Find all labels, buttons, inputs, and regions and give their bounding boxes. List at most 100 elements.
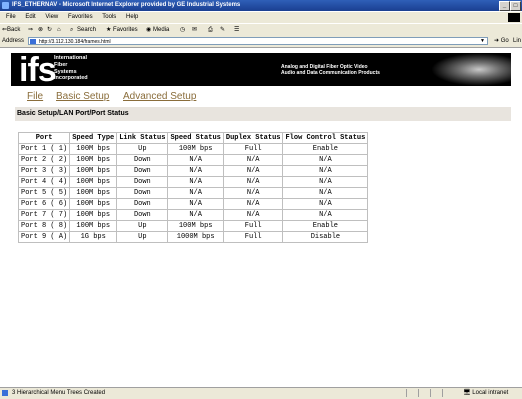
port-status-table: Port Speed Type Link Status Speed Status… — [17, 132, 369, 243]
menu-edit[interactable]: Edit — [25, 14, 35, 20]
table-cell: Up — [116, 231, 169, 243]
company-line-1: International — [54, 55, 88, 61]
address-label: Address — [2, 38, 25, 44]
table-row: Port 3 ( 3) 100M bps Down N/A N/A N/A — [17, 165, 369, 177]
ifs-logo: ifs — [19, 53, 57, 86]
table-cell: Enable — [282, 143, 369, 155]
table-cell: 100M bps — [69, 143, 118, 155]
table-cell: Port 5 ( 5) — [17, 187, 71, 199]
table-cell: N/A — [282, 198, 369, 210]
table-cell: 100M bps — [167, 143, 224, 155]
table-cell: Port 2 ( 2) — [17, 154, 71, 166]
company-line-2: Fiber — [54, 61, 68, 68]
table-cell: Port 8 ( 8) — [17, 220, 71, 232]
menu-file[interactable]: File — [6, 14, 16, 20]
table-cell: 100M bps — [69, 165, 118, 177]
discuss-icon[interactable]: ☰ — [234, 24, 239, 36]
table-cell: N/A — [167, 198, 224, 210]
company-line-4: Incorporated — [54, 75, 88, 82]
edit-icon[interactable]: ✎ — [220, 24, 225, 36]
table-cell: N/A — [222, 198, 284, 210]
table-cell: N/A — [282, 165, 369, 177]
menu-view[interactable]: View — [45, 14, 58, 20]
menu-tools[interactable]: Tools — [102, 14, 116, 20]
favorites-button[interactable]: Favorites — [113, 24, 138, 36]
table-cell: N/A — [222, 165, 284, 177]
banner-tagline: Analog and Digital Fiber Optic Video Aud… — [281, 64, 380, 76]
history-icon[interactable]: ◷ — [180, 24, 185, 36]
table-cell: N/A — [282, 154, 369, 166]
table-cell: 100M bps — [69, 209, 118, 221]
status-page-icon — [2, 390, 8, 396]
menu-help[interactable]: Help — [126, 14, 138, 20]
table-cell: N/A — [222, 176, 284, 188]
table-cell: Enable — [282, 220, 369, 232]
table-cell: 1000M bps — [167, 231, 224, 243]
table-cell: Port 9 ( A) — [17, 231, 71, 243]
back-button[interactable]: ⇐Back — [2, 24, 20, 36]
home-icon[interactable]: ⌂ — [57, 24, 61, 36]
table-cell: N/A — [167, 165, 224, 177]
table-cell: Down — [116, 165, 169, 177]
window-title: IFS_ETHERNAV - Microsoft Internet Explor… — [12, 2, 241, 8]
table-cell: 100M bps — [167, 220, 224, 232]
menu-favorites[interactable]: Favorites — [68, 14, 93, 20]
table-cell: Port 3 ( 3) — [17, 165, 71, 177]
table-cell: N/A — [282, 176, 369, 188]
page-icon — [30, 39, 36, 44]
links-button[interactable]: Lin — [513, 36, 521, 47]
nav-basic-setup[interactable]: Basic Setup — [56, 91, 109, 102]
table-cell: Down — [116, 176, 169, 188]
table-cell: N/A — [282, 209, 369, 221]
company-name: International Fiber Systems Incorporated — [54, 55, 88, 82]
table-cell: Port 6 ( 6) — [17, 198, 71, 210]
search-button[interactable]: Search — [77, 24, 96, 36]
table-row: Port 5 ( 5) 100M bps Down N/A N/A N/A — [17, 187, 369, 199]
favorites-icon[interactable]: ★ — [106, 24, 111, 36]
media-icon[interactable]: ◉ — [146, 24, 151, 36]
search-icon[interactable]: ⌕ — [70, 24, 73, 36]
table-cell: Down — [116, 187, 169, 199]
media-button[interactable]: Media — [153, 24, 169, 36]
table-cell: Up — [116, 220, 169, 232]
toolbar: ⇐Back ⇒ ⊗ ↻ ⌂ ⌕ Search ★ Favorites ◉ Med… — [0, 23, 522, 36]
address-dropdown-icon[interactable]: ▼ — [479, 38, 486, 44]
address-input[interactable]: http://3.112.130.184/frames.html ▼ — [28, 37, 488, 45]
forward-button[interactable]: ⇒ — [28, 24, 33, 36]
table-cell: Disable — [282, 231, 369, 243]
table-cell: Down — [116, 154, 169, 166]
stop-icon[interactable]: ⊗ — [38, 24, 43, 36]
table-cell: 100M bps — [69, 220, 118, 232]
nav-advanced-setup[interactable]: Advanced Setup — [123, 91, 196, 102]
table-row: Port 4 ( 4) 100M bps Down N/A N/A N/A — [17, 176, 369, 188]
status-text: 3 Hierarchical Menu Trees Created — [12, 390, 106, 396]
minimize-button[interactable]: _ — [499, 1, 510, 11]
col-duplex-status: Duplex Status — [222, 132, 284, 144]
tagline-line-2: Audio and Data Communication Products — [281, 70, 380, 76]
table-cell: N/A — [222, 154, 284, 166]
table-header-row: Port Speed Type Link Status Speed Status… — [17, 132, 369, 144]
table-row: Port 6 ( 6) 100M bps Down N/A N/A N/A — [17, 198, 369, 210]
table-cell: Down — [116, 209, 169, 221]
table-cell: N/A — [167, 154, 224, 166]
page-heading: Basic Setup/LAN Port/Port Status — [15, 107, 511, 121]
status-cell — [442, 389, 451, 397]
mail-icon[interactable]: ✉ — [192, 24, 197, 36]
table-cell: Up — [116, 143, 169, 155]
col-link-status: Link Status — [116, 132, 169, 144]
fiber-optic-graphic — [431, 53, 511, 86]
table-cell: 1G bps — [69, 231, 118, 243]
table-cell: Full — [222, 220, 284, 232]
col-speed-type: Speed Type — [69, 132, 118, 144]
table-cell: 100M bps — [69, 198, 118, 210]
table-cell: N/A — [167, 176, 224, 188]
col-port: Port — [17, 132, 71, 144]
go-button[interactable]: ➜ Go — [494, 36, 509, 47]
col-speed-status: Speed Status — [167, 132, 224, 144]
maximize-button[interactable]: □ — [510, 1, 521, 11]
refresh-icon[interactable]: ↻ — [47, 24, 52, 36]
address-url: http://3.112.130.184/frames.html — [39, 39, 111, 45]
ifs-banner: ifs International Fiber Systems Incorpor… — [11, 53, 511, 86]
nav-file[interactable]: File — [27, 91, 43, 102]
print-icon[interactable]: ⎙ — [208, 24, 213, 36]
